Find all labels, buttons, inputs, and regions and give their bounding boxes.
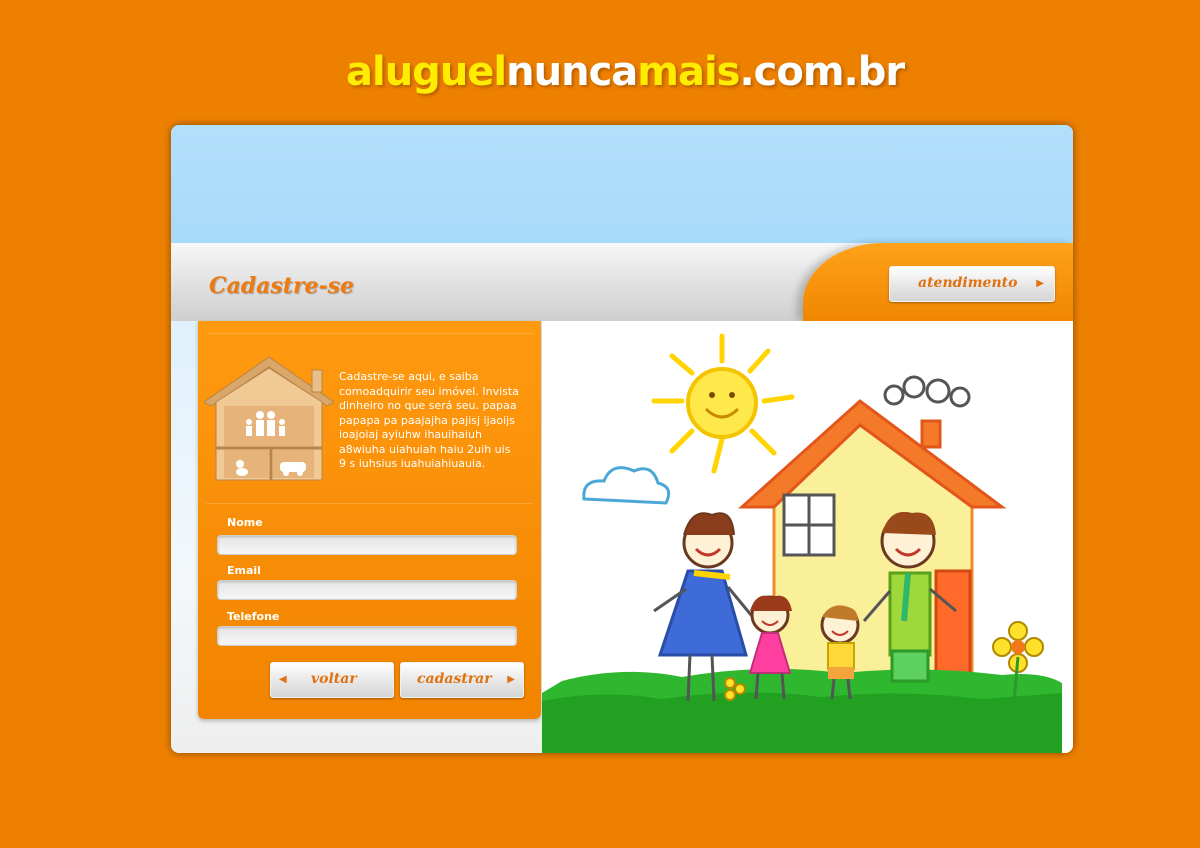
logo-part-domain: .com.br (739, 49, 905, 95)
family-house-shelf-icon (204, 356, 334, 481)
triangle-right-icon: ▶ (507, 674, 515, 685)
divider (206, 503, 533, 504)
submit-button[interactable]: cadastrar ▶ (400, 662, 524, 698)
intro-text: Cadastre-se aqui, e saiba comoadquirir s… (339, 370, 519, 470)
sky-banner (171, 125, 1073, 245)
logo-part-nunca: nunca (506, 49, 638, 95)
logo-part-mais: mais (637, 49, 740, 95)
email-input[interactable] (217, 580, 517, 600)
triangle-right-icon: ▶ (1036, 278, 1044, 289)
support-button[interactable]: atendimento ▶ (889, 266, 1055, 302)
name-label: Nome (227, 516, 263, 529)
email-label: Email (227, 564, 261, 577)
support-button-label: atendimento (918, 275, 1018, 291)
signup-panel: Cadastre-se aqui, e saiba comoadquirir s… (198, 321, 541, 719)
page-title: Cadastre-se (209, 273, 355, 299)
phone-label: Telefone (227, 610, 280, 623)
back-button-label: voltar (311, 671, 357, 687)
submit-button-label: cadastrar (417, 671, 492, 687)
back-button[interactable]: ◀ voltar (270, 662, 394, 698)
family-drawing-illustration (542, 321, 1073, 753)
main-card: Cadastre-se atendimento ▶ Cadastre-se aq… (171, 125, 1073, 753)
triangle-left-icon: ◀ (279, 674, 287, 685)
logo-part-aluguel: aluguel (346, 49, 507, 95)
divider (206, 333, 533, 334)
name-input[interactable] (217, 535, 517, 555)
phone-input[interactable] (217, 626, 517, 646)
site-logo[interactable]: aluguelnuncamais.com.br (346, 48, 905, 96)
